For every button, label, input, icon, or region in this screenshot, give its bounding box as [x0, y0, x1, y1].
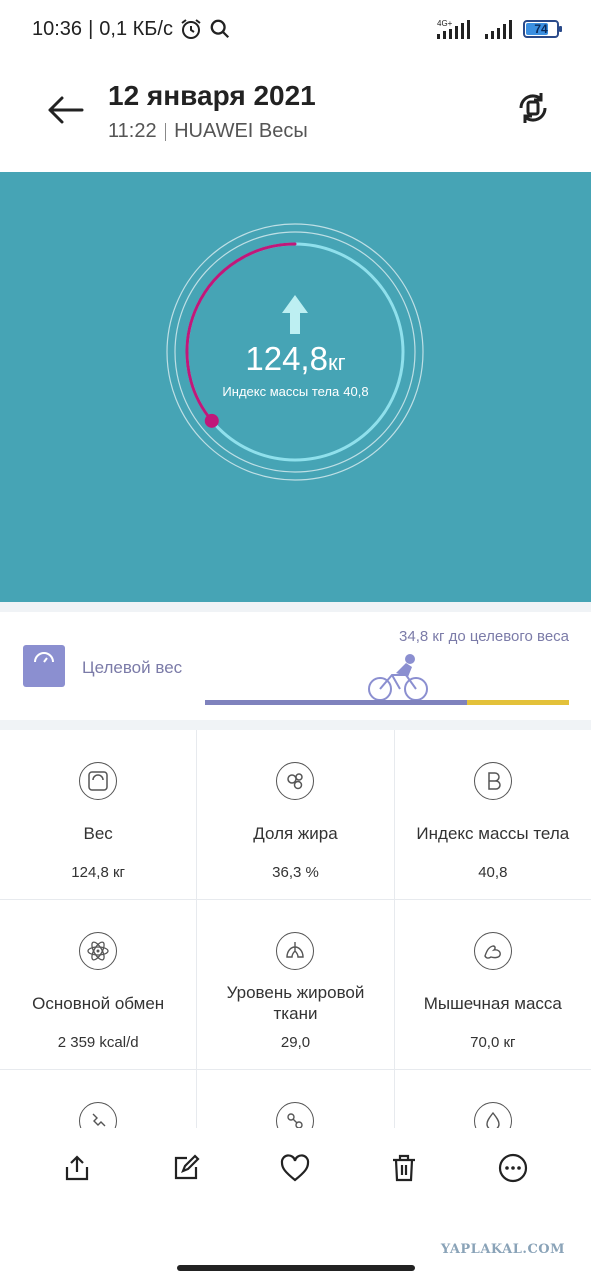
- status-left: 10:36 | 0,1 КБ/с: [32, 17, 231, 41]
- subtitle-separator: [164, 122, 167, 141]
- metric-label: Уровень жировой ткани: [226, 983, 365, 1023]
- metric-value: 124,8 кг: [71, 864, 126, 881]
- visceral-fat-icon: [276, 932, 315, 970]
- metric-value: 29,0: [280, 1034, 311, 1051]
- goal-progress-fill: [205, 700, 468, 705]
- metric-value: 70,0 кг: [470, 1034, 516, 1051]
- fat-cells-icon: [276, 762, 315, 800]
- share-button[interactable]: [57, 1148, 97, 1188]
- atom-icon: [79, 932, 118, 970]
- device-name: HUAWEI Весы: [174, 120, 308, 142]
- goal-scale-icon: [23, 645, 65, 687]
- signal-icon: 4G+: [437, 19, 470, 39]
- progress-dot: [204, 413, 219, 428]
- more-icon: [498, 1153, 528, 1183]
- status-time: 10:36: [32, 17, 83, 40]
- bmi-value: 40,8: [343, 384, 369, 399]
- goal-progress-track: [205, 700, 569, 705]
- weight-number: 124,8: [245, 340, 328, 377]
- metric-label: Мышечная масса: [423, 993, 562, 1013]
- metric-label: Вес: [83, 823, 113, 843]
- cyclist-icon: [368, 654, 428, 701]
- back-arrow-icon[interactable]: [42, 90, 86, 130]
- network-type: 4G+: [437, 19, 453, 28]
- heart-icon: [280, 1154, 310, 1182]
- bottom-action-bar: [0, 1128, 591, 1280]
- bmi-b-icon: [473, 762, 512, 800]
- section-divider-2: [0, 720, 591, 730]
- signal-icon-2: [485, 20, 512, 39]
- sync-icon[interactable]: [513, 88, 553, 128]
- bmi-line: Индекс массы тела 40,8: [0, 384, 591, 399]
- metric-label: Доля жира: [253, 823, 338, 843]
- metric-bmr[interactable]: Основной обмен 2 359 kcal/d: [0, 900, 197, 1069]
- share-icon: [65, 1155, 89, 1181]
- goal-weight-card[interactable]: Целевой вес 34,8 кг до целевого веса: [0, 612, 591, 720]
- weight-value: 124,8кг: [0, 340, 591, 378]
- goal-label: Целевой вес: [82, 658, 183, 677]
- metric-label: Индекс массы тела: [416, 823, 570, 843]
- scale-icon: [79, 762, 118, 800]
- network-speed: 0,1 КБ/с: [99, 17, 173, 40]
- status-bar: 10:36 | 0,1 КБ/с 4G+ 74: [0, 0, 591, 58]
- search-icon: [210, 19, 230, 39]
- more-button[interactable]: [493, 1148, 533, 1188]
- metric-weight[interactable]: Вес 124,8 кг: [0, 730, 197, 899]
- battery-level: 74: [534, 22, 548, 36]
- edit-button[interactable]: [166, 1148, 206, 1188]
- metric-label: Основной обмен: [32, 993, 165, 1013]
- favorite-button[interactable]: [275, 1148, 315, 1188]
- home-indicator[interactable]: [177, 1265, 415, 1271]
- status-right: 4G+ 74: [437, 18, 562, 40]
- goal-remaining: 34,8 кг до целевого веса: [399, 628, 569, 645]
- up-arrow-icon: [282, 295, 308, 334]
- section-divider: [0, 602, 591, 612]
- page-subtitle: 11:22 HUAWEI Весы: [108, 120, 308, 143]
- weight-hero: 124,8кг Индекс массы тела 40,8: [0, 172, 591, 602]
- watermark: YAPLAKAL.COM: [440, 1242, 565, 1257]
- app-header: 12 января 2021 11:22 HUAWEI Весы: [0, 70, 591, 170]
- metric-muscle[interactable]: Мышечная масса 70,0 кг: [394, 900, 591, 1069]
- metric-value: 40,8: [478, 864, 508, 881]
- muscle-icon: [473, 932, 512, 970]
- page-title: 12 января 2021: [108, 80, 316, 111]
- metric-visceral-fat[interactable]: Уровень жировой ткани 29,0: [197, 900, 394, 1069]
- metric-fat[interactable]: Доля жира 36,3 %: [197, 730, 394, 899]
- status-separator: |: [88, 17, 94, 40]
- alarm-icon: [181, 19, 201, 39]
- bmi-label: Индекс массы тела: [222, 384, 340, 399]
- weight-unit: кг: [327, 350, 346, 375]
- metric-bmi[interactable]: Индекс массы тела 40,8: [394, 730, 591, 899]
- metric-value: 36,3 %: [272, 864, 319, 881]
- edit-icon: [174, 1154, 200, 1180]
- delete-button[interactable]: [384, 1148, 424, 1188]
- metric-value: 2 359 kcal/d: [57, 1034, 139, 1051]
- measurement-time: 11:22: [108, 120, 157, 142]
- delete-icon: [393, 1154, 415, 1182]
- metrics-grid: Вес 124,8 кг Доля жира 36,3 % Индекс мас…: [0, 730, 591, 1239]
- battery-icon: 74: [523, 20, 562, 38]
